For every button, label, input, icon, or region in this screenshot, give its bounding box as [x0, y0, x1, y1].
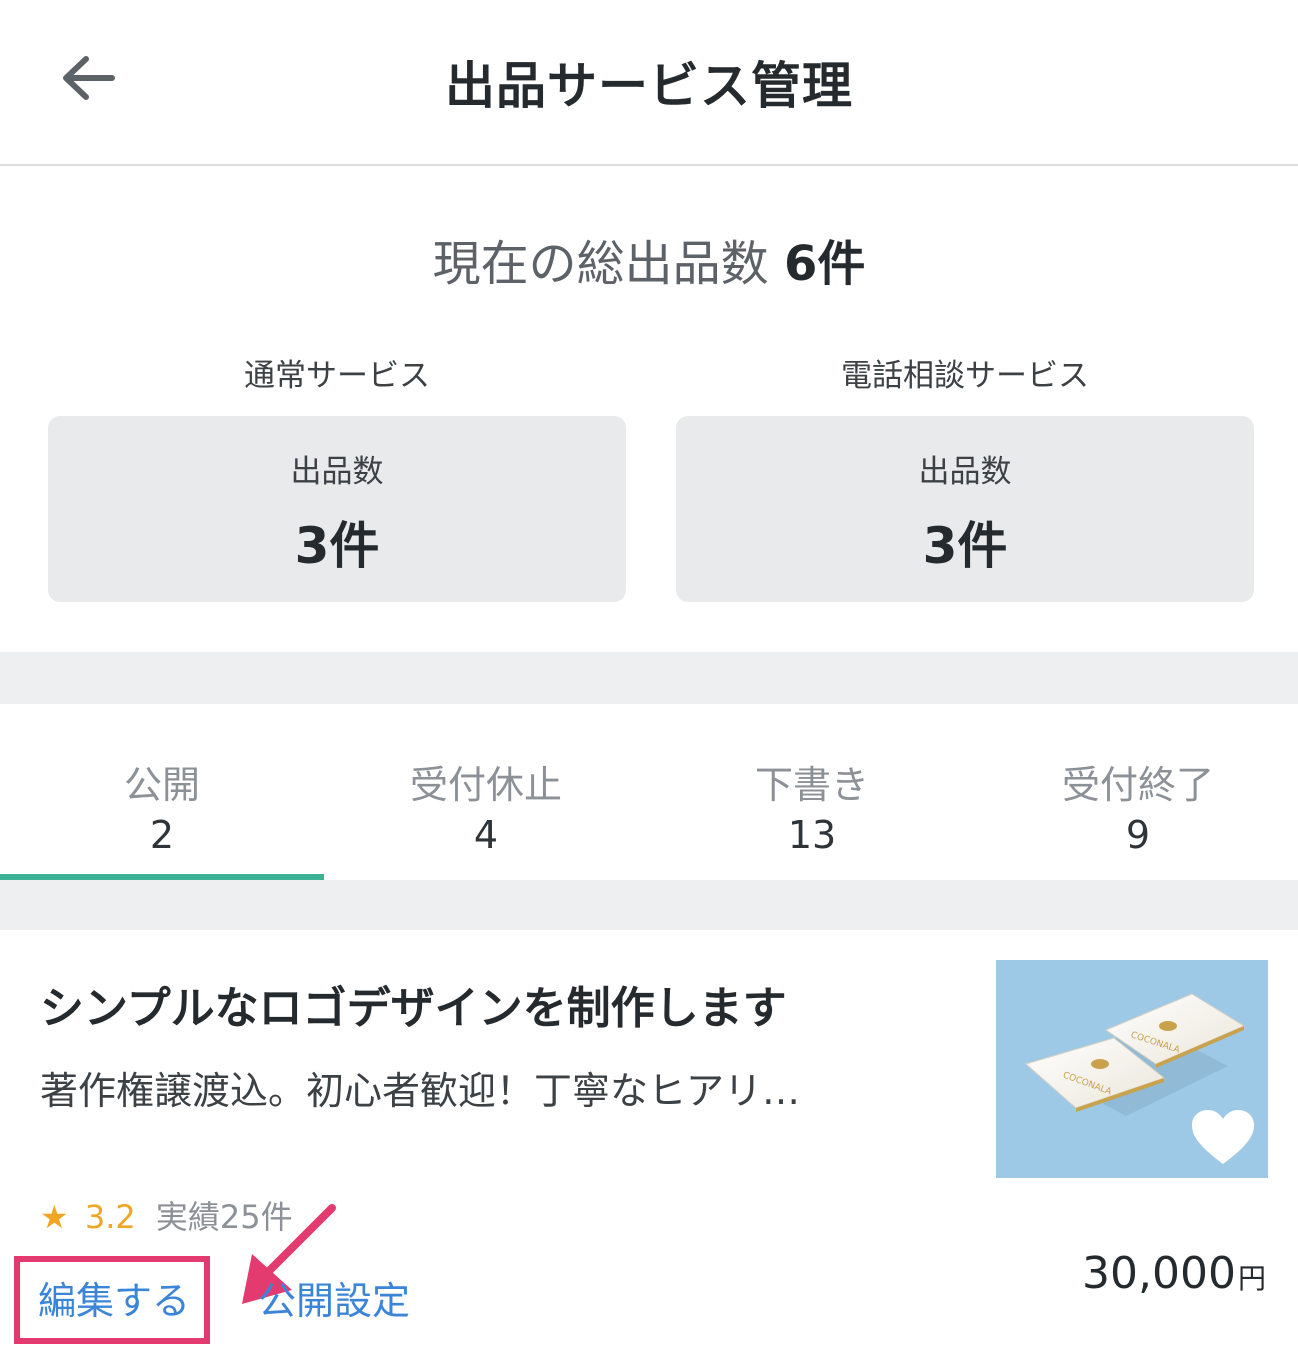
- price-value: 30,000: [1082, 1248, 1236, 1299]
- heart-icon[interactable]: [1192, 1110, 1254, 1166]
- tab-label: 公開: [123, 763, 200, 807]
- section-label-normal: 通常サービス: [244, 358, 430, 394]
- service-price: 30,000円: [1082, 1248, 1266, 1299]
- card-label: 出品数: [918, 454, 1012, 490]
- summary-card-phone: 出品数 3件: [676, 416, 1254, 602]
- edit-link[interactable]: 編集する: [38, 1270, 190, 1325]
- card-label: 出品数: [290, 454, 384, 490]
- card-value: 3件: [922, 517, 1008, 575]
- tab-public[interactable]: 公開 2: [0, 704, 324, 880]
- app-header: 出品サービス管理: [0, 0, 1298, 166]
- tab-count: 2: [149, 813, 175, 857]
- rating-score: 3.2: [84, 1198, 136, 1236]
- card-value: 3件: [294, 517, 380, 575]
- tab-draft[interactable]: 下書き 13: [650, 704, 974, 880]
- section-label-phone: 電話相談サービス: [841, 358, 1089, 394]
- service-list-item: シンプルなロゴデザインを制作します 著作権譲渡込。初心者歓迎！丁寧なヒアリ… C…: [0, 930, 1298, 1370]
- summary-card-normal: 出品数 3件: [48, 416, 626, 602]
- page-title: 出品サービス管理: [445, 57, 853, 115]
- service-title[interactable]: シンプルなロゴデザインを制作します: [40, 972, 787, 1036]
- status-tabs: 公開 2 受付休止 4 下書き 13 受付終了 9: [0, 704, 1298, 880]
- tab-count: 13: [787, 813, 837, 857]
- tab-label: 受付終了: [1061, 763, 1214, 807]
- price-currency: 円: [1237, 1262, 1266, 1295]
- tab-paused[interactable]: 受付休止 4: [324, 704, 648, 880]
- tab-count: 9: [1125, 813, 1151, 857]
- publish-settings-link[interactable]: 公開設定: [258, 1270, 410, 1325]
- total-label: 現在の総出品数: [432, 236, 769, 292]
- divider-band: [0, 880, 1298, 930]
- total-count: 6件: [783, 236, 866, 292]
- service-thumbnail[interactable]: COCONALA COCONALA: [996, 960, 1268, 1178]
- tab-label: 受付休止: [409, 763, 562, 807]
- tab-count: 4: [473, 813, 499, 857]
- tab-closed[interactable]: 受付終了 9: [976, 704, 1298, 880]
- total-listings: 現在の総出品数 6件: [0, 224, 1298, 294]
- tab-label: 下書き: [754, 763, 869, 807]
- star-icon: ★: [40, 1198, 69, 1236]
- service-description: 著作権譲渡込。初心者歓迎！丁寧なヒアリ…: [40, 1069, 801, 1113]
- divider-band: [0, 652, 1298, 704]
